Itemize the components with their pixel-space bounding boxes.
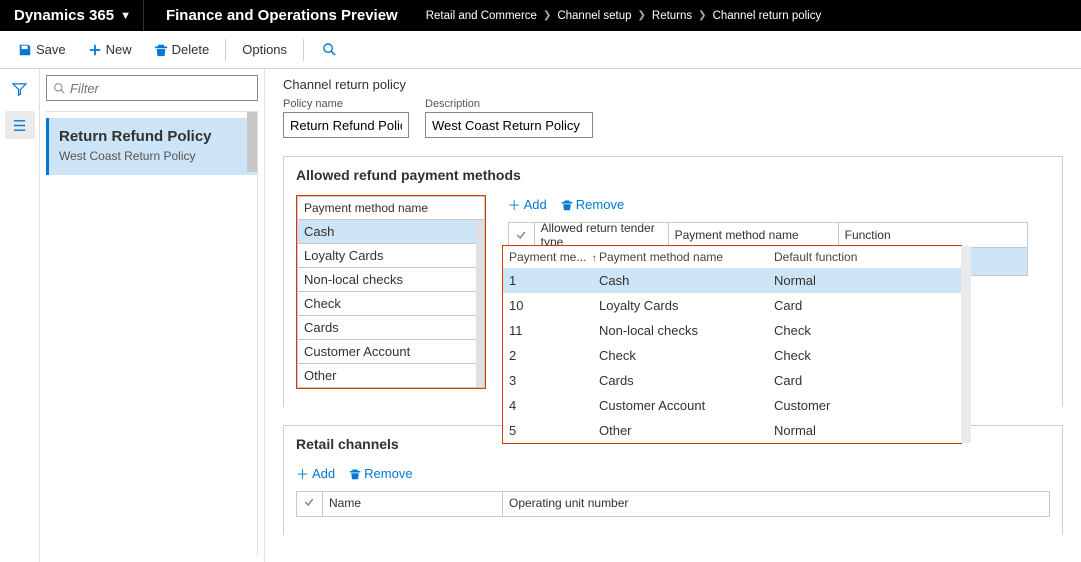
new-label: New <box>106 42 132 57</box>
save-button[interactable]: Save <box>10 38 74 61</box>
options-label: Options <box>242 42 287 57</box>
dd-col-number[interactable]: Payment me... ↑ <box>509 250 599 264</box>
plus-icon: ＋ <box>296 464 309 483</box>
description-field: Description <box>425 98 593 138</box>
header-fields: Policy name Description <box>283 98 1063 138</box>
left-list-pane: Return Refund Policy West Coast Return P… <box>40 69 265 562</box>
command-bar: Save New Delete Options <box>0 31 1081 69</box>
delete-label: Delete <box>172 42 210 57</box>
separator <box>303 39 304 61</box>
filter-box[interactable] <box>46 75 258 101</box>
dropdown-row[interactable]: 3 Cards Card <box>503 368 961 393</box>
add-tender-button[interactable]: ＋ Add <box>508 195 547 214</box>
chevron-down-icon: ▼ <box>120 10 131 22</box>
payment-method-header: Payment method name <box>297 196 485 220</box>
save-label: Save <box>36 42 66 57</box>
dropdown-header: Payment me... ↑ Payment method name Defa… <box>503 246 961 268</box>
trash-icon <box>561 199 573 211</box>
allowed-refund-section: Allowed refund payment methods Payment m… <box>283 156 1063 407</box>
left-list: Return Refund Policy West Coast Return P… <box>46 111 258 556</box>
chevron-right-icon: ❯ <box>698 10 706 21</box>
crumb-1[interactable]: Channel setup <box>557 10 631 22</box>
col-name[interactable]: Name <box>323 492 503 516</box>
col-function[interactable]: Function <box>839 223 1027 247</box>
list-item-title: Return Refund Policy <box>59 128 247 145</box>
brand-switcher[interactable]: Dynamics 365 ▼ <box>10 0 144 31</box>
tender-commands: ＋ Add Remove <box>508 195 1028 214</box>
select-all-checkbox[interactable] <box>509 223 535 247</box>
filter-icon[interactable] <box>5 75 35 103</box>
plus-icon <box>88 43 102 57</box>
trash-icon <box>349 468 361 480</box>
list-icon[interactable] <box>5 111 35 139</box>
chevron-right-icon: ❯ <box>638 10 646 21</box>
tender-type-dropdown-panel[interactable]: Payment me... ↑ Payment method name Defa… <box>502 245 962 444</box>
col-payment-method[interactable]: Payment method name <box>669 223 839 247</box>
add-label: Add <box>524 197 547 212</box>
dropdown-row[interactable]: 11 Non-local checks Check <box>503 318 961 343</box>
separator <box>225 39 226 61</box>
sort-ascending-icon: ↑ <box>592 253 597 264</box>
content-pane: Channel return policy Policy name Descri… <box>265 69 1081 562</box>
delete-button[interactable]: Delete <box>146 38 218 61</box>
main-area: Return Refund Policy West Coast Return P… <box>0 69 1081 562</box>
policy-name-label: Policy name <box>283 98 409 110</box>
remove-label: Remove <box>364 466 412 481</box>
remove-label: Remove <box>576 197 624 212</box>
payment-method-row[interactable]: Customer Account <box>297 340 485 364</box>
payment-method-row[interactable]: Cards <box>297 316 485 340</box>
save-icon <box>18 43 32 57</box>
payment-method-row[interactable]: Check <box>297 292 485 316</box>
app-subtitle: Finance and Operations Preview <box>144 7 420 24</box>
payment-method-list: Payment method name Cash Loyalty Cards N… <box>296 195 486 389</box>
dropdown-row[interactable]: 2 Check Check <box>503 343 961 368</box>
select-all-checkbox[interactable] <box>297 492 323 516</box>
policy-name-field: Policy name <box>283 98 409 138</box>
add-label: Add <box>312 466 335 481</box>
payment-method-row[interactable]: Other <box>297 364 485 388</box>
list-item-subtitle: West Coast Return Policy <box>59 149 247 163</box>
dropdown-row[interactable]: 10 Loyalty Cards Card <box>503 293 961 318</box>
description-label: Description <box>425 98 593 110</box>
col-operating-unit[interactable]: Operating unit number <box>503 492 1049 516</box>
page-title: Channel return policy <box>283 77 1063 92</box>
channel-commands: ＋ Add Remove <box>296 464 1050 483</box>
payment-method-row[interactable]: Loyalty Cards <box>297 244 485 268</box>
crumb-2[interactable]: Returns <box>652 10 692 22</box>
new-button[interactable]: New <box>80 38 140 61</box>
breadcrumb: Retail and Commerce ❯ Channel setup ❯ Re… <box>420 10 822 22</box>
trash-icon <box>154 43 168 57</box>
crumb-0[interactable]: Retail and Commerce <box>426 10 537 22</box>
channel-grid-header: Name Operating unit number <box>296 491 1050 517</box>
dropdown-row[interactable]: 1 Cash Normal <box>503 268 961 293</box>
section-title: Allowed refund payment methods <box>296 167 1050 183</box>
brand-label: Dynamics 365 <box>14 7 114 24</box>
filter-input[interactable] <box>70 81 251 96</box>
dd-col-name[interactable]: Payment method name <box>599 250 774 264</box>
payment-method-row[interactable]: Cash <box>297 220 485 244</box>
remove-tender-button[interactable]: Remove <box>561 195 624 214</box>
policy-name-input[interactable] <box>283 112 409 138</box>
dd-col-fn[interactable]: Default function <box>774 250 955 264</box>
chevron-right-icon: ❯ <box>543 10 551 21</box>
search-button[interactable] <box>318 38 341 61</box>
policy-list-item[interactable]: Return Refund Policy West Coast Return P… <box>46 118 257 175</box>
col-tender-type[interactable]: Allowed return tender type <box>535 223 669 247</box>
dropdown-row[interactable]: 4 Customer Account Customer <box>503 393 961 418</box>
plus-icon: ＋ <box>508 195 521 214</box>
remove-channel-button[interactable]: Remove <box>349 464 412 483</box>
dropdown-row[interactable]: 5 Other Normal <box>503 418 961 443</box>
search-icon <box>53 82 66 95</box>
crumb-3[interactable]: Channel return policy <box>713 10 822 22</box>
description-input[interactable] <box>425 112 593 138</box>
options-button[interactable]: Options <box>234 38 295 61</box>
payment-method-row[interactable]: Non-local checks <box>297 268 485 292</box>
left-rail <box>0 69 40 562</box>
add-channel-button[interactable]: ＋ Add <box>296 464 335 483</box>
top-bar: Dynamics 365 ▼ Finance and Operations Pr… <box>0 0 1081 31</box>
